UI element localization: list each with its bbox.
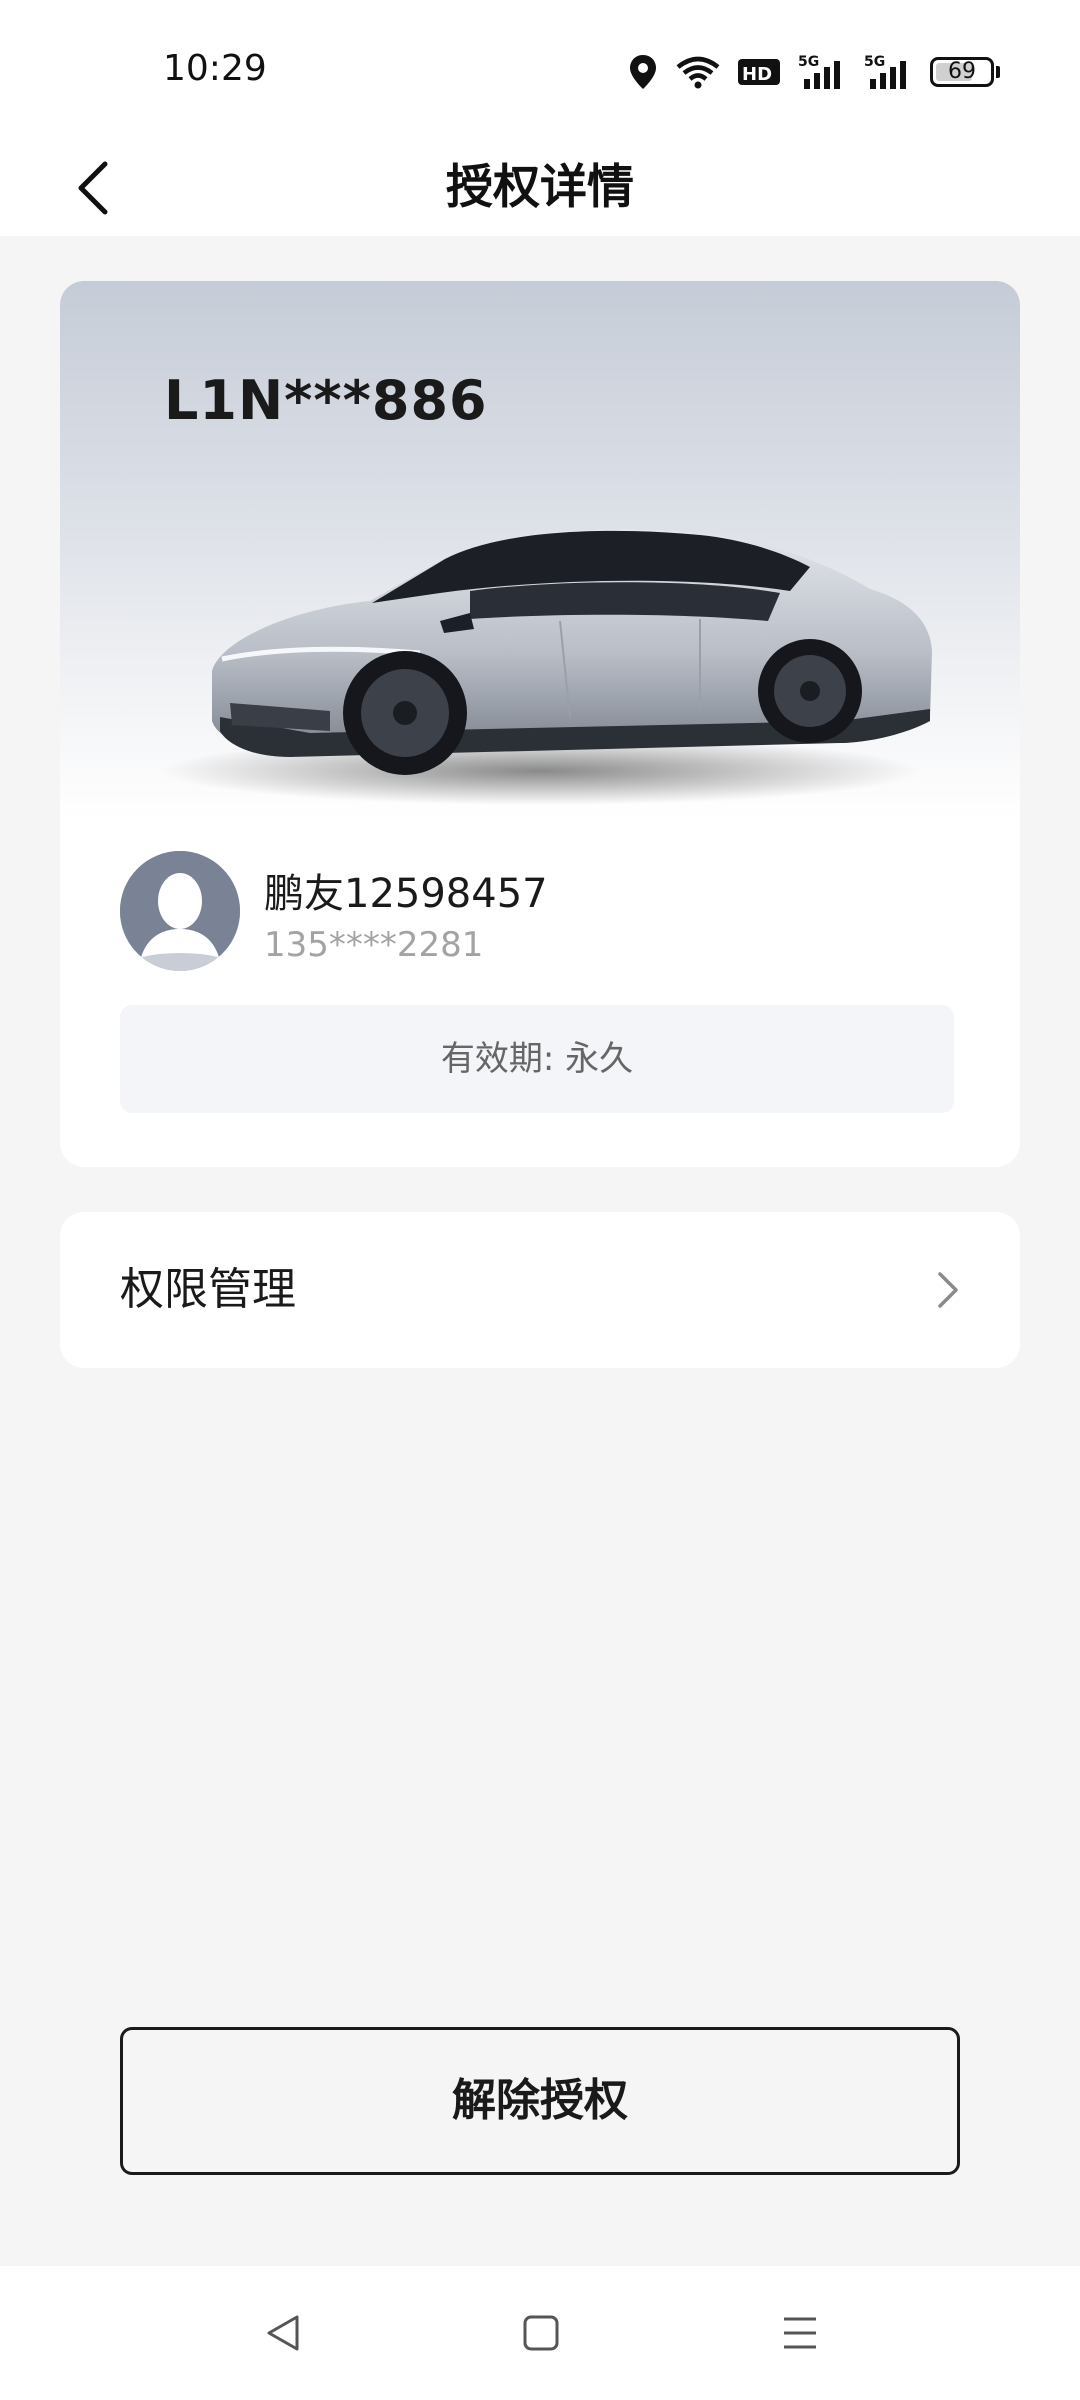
menu-lines-icon	[784, 2317, 816, 2349]
battery-percent: 69	[948, 59, 976, 84]
hd-icon: HD	[738, 59, 780, 85]
default-avatar-icon	[120, 851, 240, 971]
nav-menu-button[interactable]	[770, 2308, 830, 2358]
vehicle-hero: L1N***886	[60, 281, 1020, 821]
user-phone: 135****2281	[264, 925, 484, 965]
avatar	[120, 851, 240, 971]
vehicle-plate: L1N***886	[164, 369, 488, 432]
status-icons: HD 5G 5G 69	[628, 50, 1000, 94]
nav-back-button[interactable]	[253, 2308, 313, 2358]
nav-home-button[interactable]	[511, 2308, 571, 2358]
status-time: 10:29	[163, 48, 267, 89]
validity-period: 有效期: 永久	[120, 1005, 954, 1113]
signal-5g-icon: 5G	[864, 54, 906, 89]
vehicle-card: L1N***886 鹏友12598457 135****2281 有效期: 永久	[60, 281, 1020, 1167]
permission-management-label: 权限管理	[120, 1264, 296, 1315]
chevron-right-icon	[938, 1272, 958, 1308]
svg-text:5G: 5G	[864, 54, 885, 70]
page-title: 授权详情	[446, 160, 634, 215]
wifi-icon	[676, 56, 720, 89]
signal-5g-icon: 5G	[798, 54, 840, 89]
location-icon	[630, 55, 656, 89]
home-square-icon	[523, 2315, 559, 2351]
status-bar: 10:29 HD 5G 5G 69	[0, 0, 1080, 140]
svg-text:5G: 5G	[798, 54, 819, 70]
car-image	[160, 529, 932, 805]
revoke-authorization-button[interactable]: 解除授权	[120, 2027, 960, 2175]
battery-cap	[996, 66, 1000, 78]
system-nav-bar	[0, 2266, 1080, 2400]
app-header: 授权详情	[0, 140, 1080, 236]
back-triangle-icon	[267, 2315, 299, 2351]
permission-management-row[interactable]: 权限管理	[60, 1212, 1020, 1368]
user-name: 鹏友12598457	[264, 871, 548, 917]
battery-icon: 69	[930, 57, 994, 87]
svg-text:HD: HD	[742, 64, 772, 85]
